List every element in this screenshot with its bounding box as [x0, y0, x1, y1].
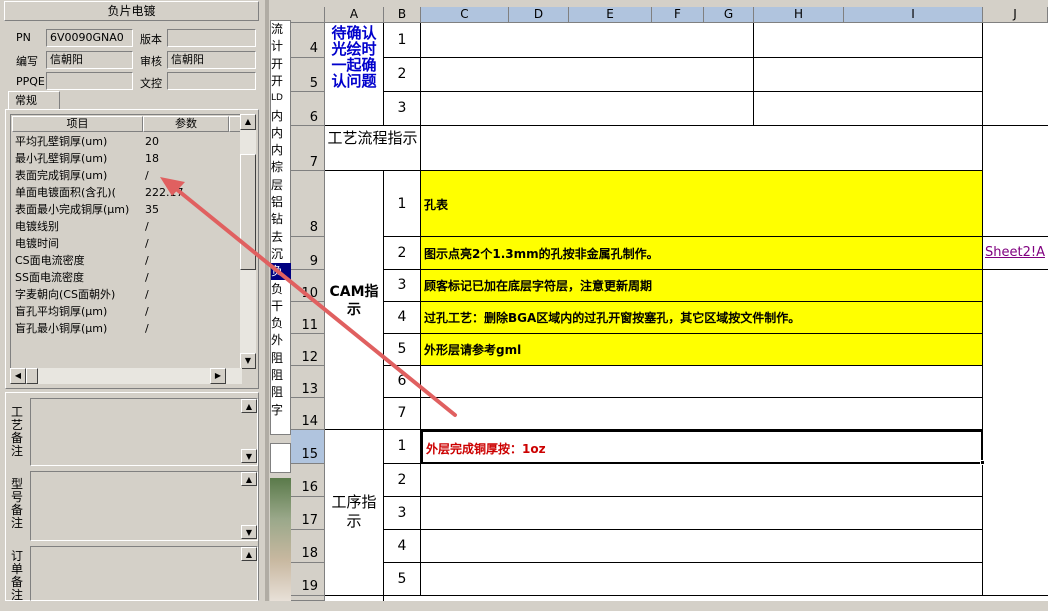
arrow-shaft [173, 186, 457, 417]
annotation-arrow [160, 177, 457, 417]
